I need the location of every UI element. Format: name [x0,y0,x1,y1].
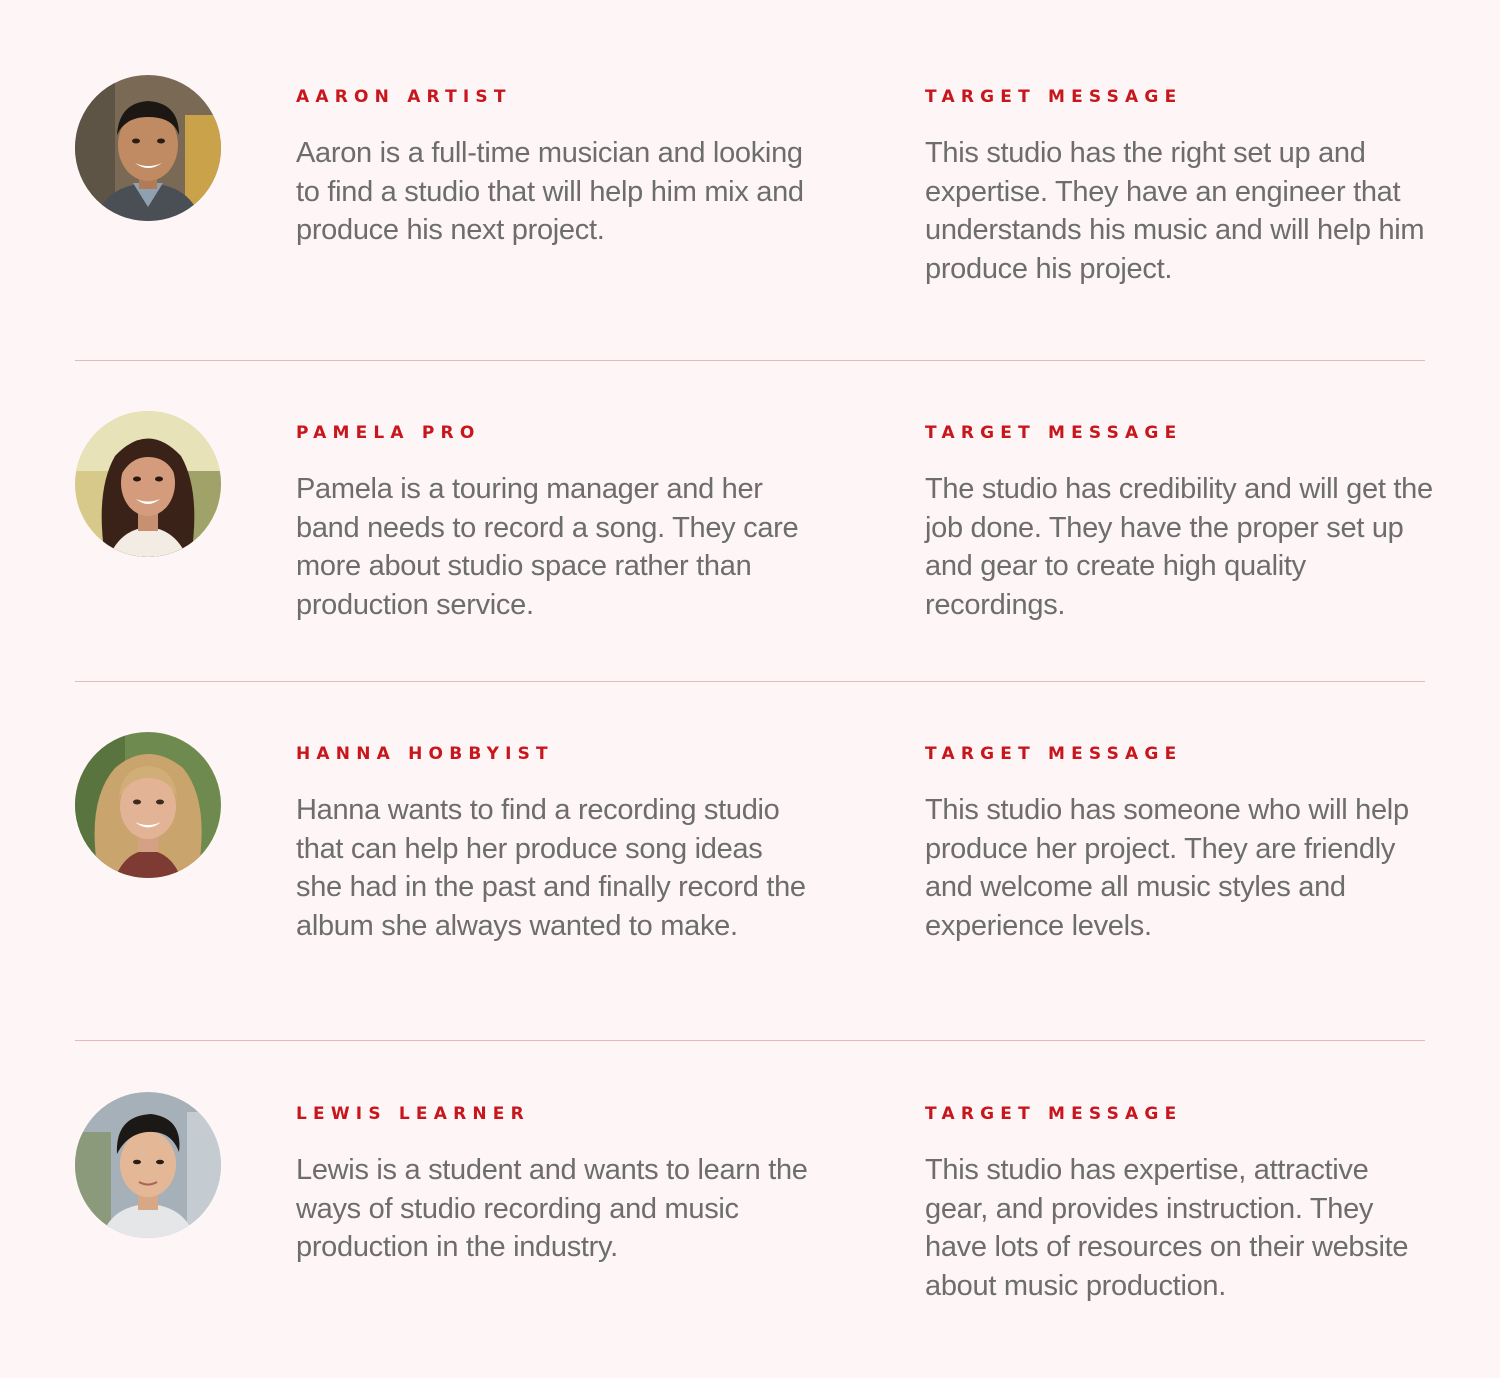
target-message-label: TARGET MESSAGE [925,1104,1183,1124]
target-message-text: The studio has credibility and will get … [925,473,1433,621]
person-photo-icon [75,1092,221,1238]
target-message-label: TARGET MESSAGE [925,423,1183,443]
persona-description: Hanna wants to find a recording studio t… [296,794,806,942]
avatar-hanna [75,732,221,878]
target-message-text: This studio has the right set up and exp… [925,137,1425,285]
persona-description: Aaron is a full-time musician and lookin… [296,137,804,246]
persona-name: AARON ARTIST [296,87,512,107]
avatar-aaron [75,75,221,221]
person-photo-icon [75,732,221,878]
avatar-lewis [75,1092,221,1238]
target-message-label: TARGET MESSAGE [925,87,1183,107]
persona-name: PAMELA PRO [296,423,481,443]
persona-description: Pamela is a touring manager and her band… [296,473,799,621]
section-divider [75,360,1425,361]
person-photo-icon [75,75,221,221]
persona-description: Lewis is a student and wants to learn th… [296,1154,808,1263]
avatar-pamela [75,411,221,557]
persona-name: HANNA HOBBYIST [296,744,554,764]
target-message-text: This studio has someone who will help pr… [925,794,1409,942]
target-message-text: This studio has expertise, attractive ge… [925,1154,1409,1302]
section-divider [75,681,1425,682]
target-message-label: TARGET MESSAGE [925,744,1183,764]
section-divider [75,1040,1425,1041]
persona-name: LEWIS LEARNER [296,1104,530,1124]
person-photo-icon [75,411,221,557]
